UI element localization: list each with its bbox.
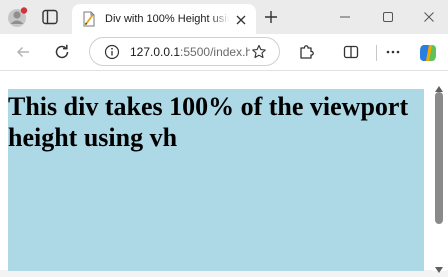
more-icon[interactable] [384,43,402,61]
reload-icon[interactable] [53,43,71,61]
profile-avatar-icon[interactable] [7,6,29,28]
info-icon[interactable] [104,44,120,60]
tab-title: Div with 100% Height using vh [105,13,229,25]
puzzle-icon[interactable] [298,43,316,61]
toolbar: 127.0.0.1:5500/index.html [0,34,448,70]
close-tab-icon[interactable] [234,12,248,26]
page-heading: This div takes 100% of the viewport heig… [8,92,409,152]
url-host: 127.0.0.1 [130,45,181,59]
minimize-icon[interactable] [337,9,353,25]
html-file-icon [81,11,97,27]
address-bar[interactable]: 127.0.0.1:5500/index.html [89,37,280,66]
scrollbar-thumb[interactable] [435,92,443,224]
tab-strip: Div with 100% Height using vh [0,0,448,34]
url-text[interactable]: 127.0.0.1:5500/index.html [130,44,250,60]
plus-icon[interactable] [263,9,279,25]
tab-actions-icon[interactable] [41,8,59,26]
full-height-div: This div takes 100% of the viewport heig… [8,89,424,271]
maximize-icon[interactable] [380,9,396,25]
back-arrow-icon[interactable] [14,43,32,61]
scroll-up-arrow-icon[interactable] [435,77,443,92]
split-screen-icon[interactable] [342,43,360,61]
copilot-icon[interactable] [417,42,439,64]
toolbar-separator [376,45,377,61]
star-icon[interactable] [251,44,267,60]
page-viewport: This div takes 100% of the viewport heig… [0,70,448,273]
vertical-scrollbar[interactable] [432,72,446,273]
tab-active[interactable]: Div with 100% Height using vh [72,4,256,34]
close-window-icon[interactable] [421,9,437,25]
scroll-down-arrow-icon[interactable] [435,258,443,273]
url-path: :5500/index.html [180,45,250,59]
